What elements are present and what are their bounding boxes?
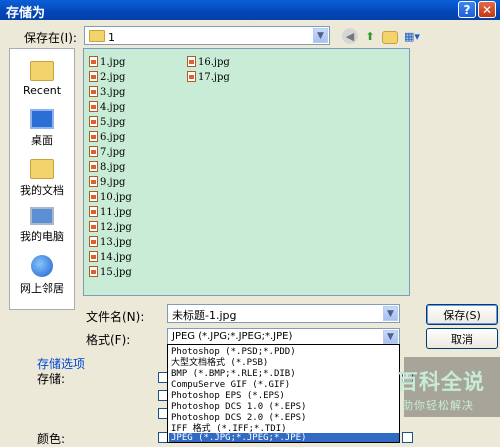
jpeg-file-icon [89, 236, 98, 247]
network-icon [31, 255, 53, 277]
place-desktop[interactable]: 桌面 [10, 109, 74, 148]
jpeg-file-icon [89, 161, 98, 172]
store-label: 存储: [37, 372, 66, 386]
place-my-documents[interactable]: 我的文档 [10, 159, 74, 198]
place-recent[interactable]: Recent [10, 61, 74, 97]
jpeg-file-icon [89, 101, 98, 112]
file-item[interactable]: 5.jpg [89, 114, 125, 128]
jpeg-file-icon [89, 221, 98, 232]
place-network[interactable]: 网上邻居 [10, 255, 74, 296]
format-options-list[interactable]: Photoshop (*.PSD;*.PDD) 大型文档格式 (*.PSB) B… [167, 344, 400, 443]
place-label: 我的电脑 [20, 230, 64, 243]
place-label: 网上邻居 [20, 282, 64, 295]
back-icon[interactable]: ◀ [342, 28, 358, 44]
format-option[interactable]: Photoshop EPS (*.EPS) [169, 391, 399, 402]
save-in-dropdown[interactable]: 1 ▼ [84, 26, 330, 45]
format-option[interactable]: Photoshop DCS 1.0 (*.EPS) [169, 402, 399, 413]
jpeg-file-icon [89, 266, 98, 277]
format-option[interactable]: 大型文档格式 (*.PSB) [169, 358, 399, 369]
cancel-button[interactable]: 取消 [426, 328, 498, 349]
place-label: Recent [22, 84, 62, 97]
filename-field[interactable]: 未标题-1.jpg ▼ [167, 304, 400, 323]
file-item[interactable]: 17.jpg [187, 69, 230, 83]
format-option[interactable]: Photoshop (*.PSD;*.PDD) [169, 347, 399, 358]
recent-icon [30, 61, 54, 81]
file-item[interactable]: 14.jpg [89, 249, 132, 263]
jpeg-file-icon [89, 86, 98, 97]
jpeg-file-icon [89, 56, 98, 67]
file-item[interactable]: 3.jpg [89, 84, 125, 98]
file-item[interactable]: 2.jpg [89, 69, 125, 83]
places-bar: Recent 桌面 我的文档 我的电脑 网上邻居 [9, 48, 75, 310]
file-item[interactable]: 9.jpg [89, 174, 125, 188]
save-button[interactable]: 保存(S) [426, 304, 498, 325]
jpeg-file-icon [89, 146, 98, 157]
views-menu-icon[interactable]: ▦▾ [402, 28, 422, 44]
format-value: JPEG (*.JPG;*.JPEG;*.JPE) [172, 331, 293, 342]
chevron-down-icon[interactable]: ▼ [383, 306, 398, 321]
file-item[interactable]: 15.jpg [89, 264, 132, 278]
jpeg-file-icon [89, 251, 98, 262]
place-label: 桌面 [31, 134, 53, 147]
desktop-icon [30, 109, 54, 129]
jpeg-file-icon [89, 131, 98, 142]
help-button[interactable]: ? [458, 1, 476, 18]
jpeg-file-icon [89, 176, 98, 187]
file-item[interactable]: 11.jpg [89, 204, 132, 218]
file-item[interactable]: 1.jpg [89, 54, 125, 68]
save-in-value: 1 [108, 31, 115, 44]
my-computer-icon [30, 207, 54, 225]
jpeg-file-icon [187, 71, 196, 82]
file-item[interactable]: 10.jpg [89, 189, 132, 203]
option-checkbox[interactable] [402, 432, 413, 443]
place-my-computer[interactable]: 我的电脑 [10, 207, 74, 244]
save-in-label: 保存在(I): [24, 31, 77, 45]
close-button[interactable]: ✕ [478, 1, 496, 18]
jpeg-file-icon [89, 191, 98, 202]
format-option[interactable]: Photoshop DCS 2.0 (*.EPS) [169, 413, 399, 424]
format-label: 格式(F): [86, 333, 131, 347]
file-item[interactable]: 12.jpg [89, 219, 132, 233]
file-item[interactable]: 4.jpg [89, 99, 125, 113]
format-option[interactable]: BMP (*.BMP;*.RLE;*.DIB) [169, 369, 399, 380]
chevron-down-icon[interactable]: ▼ [313, 28, 328, 43]
format-option[interactable]: CompuServe GIF (*.GIF) [169, 380, 399, 391]
window-title: 存储为 [6, 6, 46, 21]
folder-icon [89, 30, 105, 42]
title-bar[interactable]: 存储为 ? ✕ [0, 0, 500, 21]
file-item[interactable]: 16.jpg [187, 54, 230, 68]
place-label: 我的文档 [20, 184, 64, 197]
file-item[interactable]: 8.jpg [89, 159, 125, 173]
color-label: 颜色: [37, 432, 66, 446]
file-item[interactable]: 6.jpg [89, 129, 125, 143]
file-list[interactable]: 1.jpg 2.jpg 3.jpg 4.jpg 5.jpg 6.jpg 7.jp… [83, 48, 410, 296]
file-item[interactable]: 7.jpg [89, 144, 125, 158]
format-option-selected[interactable]: JPEG (*.JPG;*.JPEG;*.JPE) [169, 433, 399, 442]
jpeg-file-icon [89, 116, 98, 127]
file-item[interactable]: 13.jpg [89, 234, 132, 248]
chevron-down-icon[interactable]: ▼ [383, 330, 398, 344]
jpeg-file-icon [89, 71, 98, 82]
watermark-subtitle: 助你轻松解决 [402, 399, 474, 412]
up-folder-icon[interactable]: ⬆ [362, 28, 378, 44]
filename-value: 未标题-1.jpg [172, 309, 237, 322]
filename-label: 文件名(N): [86, 310, 145, 324]
watermark-logo: 百科全说 [397, 370, 485, 394]
my-documents-icon [30, 159, 54, 179]
new-folder-icon[interactable] [382, 31, 398, 44]
jpeg-file-icon [89, 206, 98, 217]
jpeg-file-icon [187, 56, 196, 67]
